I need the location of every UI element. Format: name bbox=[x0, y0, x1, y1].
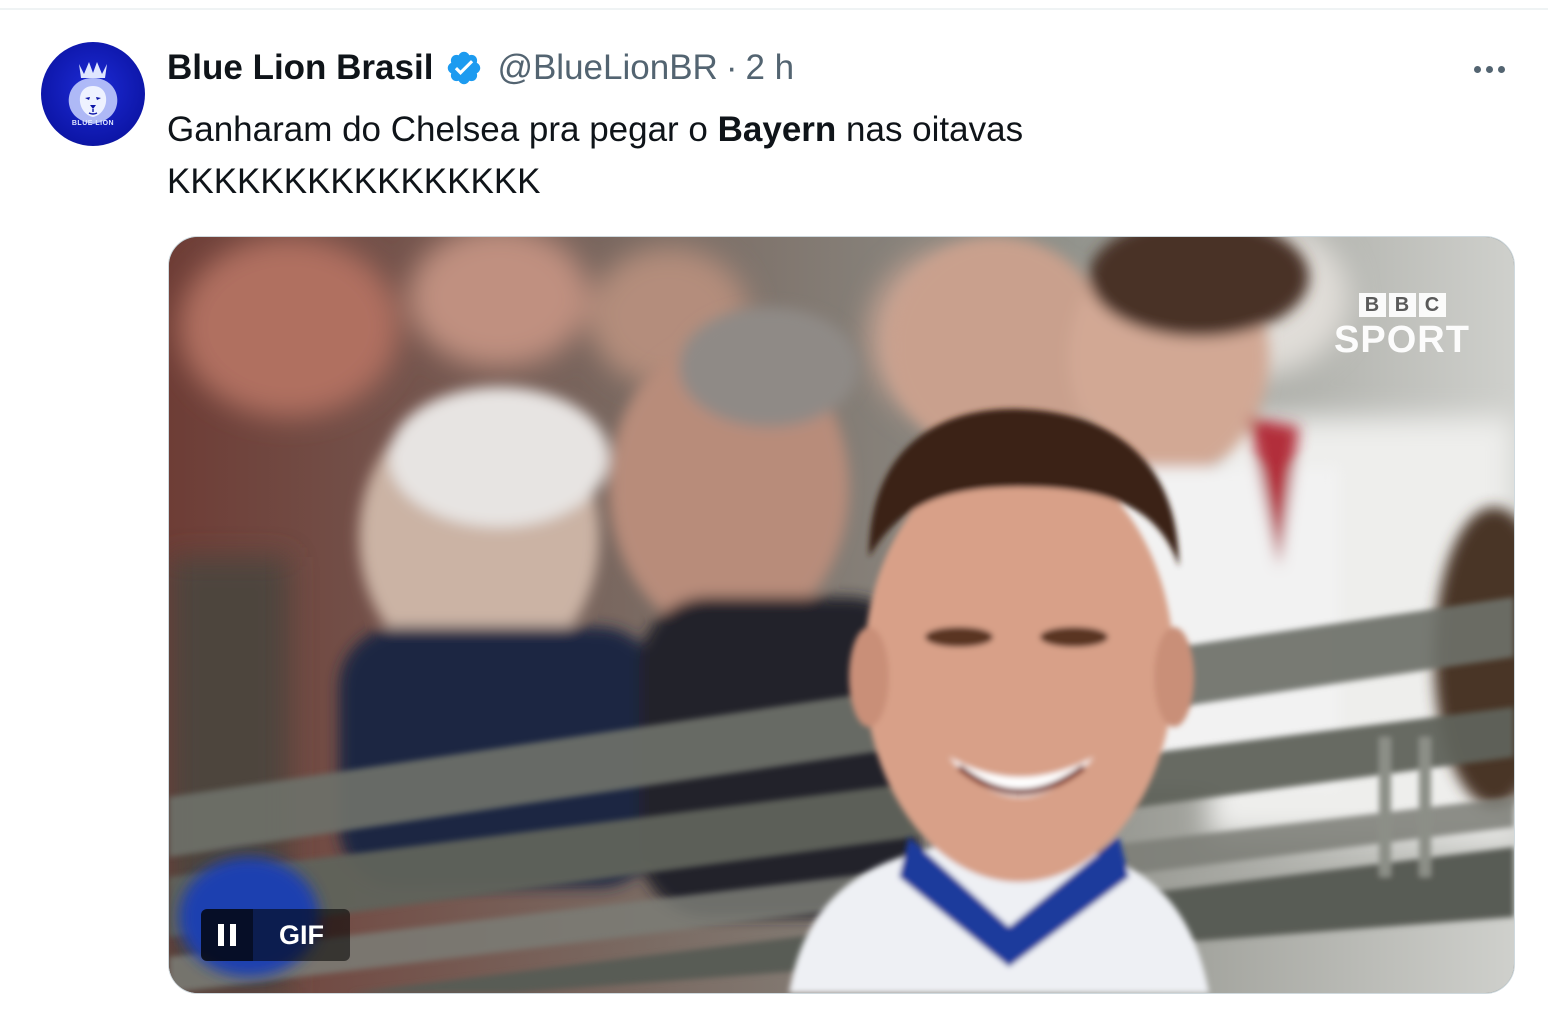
gif-controls: GIF bbox=[201, 909, 350, 961]
lion-logo-icon bbox=[68, 62, 118, 124]
pause-bar bbox=[218, 924, 224, 946]
separator-dot: · bbox=[725, 48, 738, 87]
more-dot bbox=[1473, 65, 1481, 73]
gif-badge: GIF bbox=[253, 909, 350, 961]
gif-frame-image bbox=[169, 237, 1514, 993]
bbc-letter: B bbox=[1388, 293, 1416, 317]
pause-bar bbox=[230, 924, 236, 946]
display-name[interactable]: Blue Lion Brasil bbox=[167, 48, 433, 88]
avatar[interactable]: BLUE LION bbox=[41, 42, 145, 146]
tweet-text-bold: Bayern bbox=[717, 110, 837, 149]
tweet-text-before: Ganharam do Chelsea pra pegar o bbox=[167, 110, 718, 149]
bbc-letter: C bbox=[1418, 293, 1446, 317]
bbc-sport-word: SPORT bbox=[1334, 319, 1470, 361]
tweet-text-line-1: Ganharam do Chelsea pra pegar o Bayern n… bbox=[167, 104, 1467, 156]
bbc-sport-watermark: B B C SPORT bbox=[1327, 293, 1477, 361]
tweet-card[interactable]: BLUE LION Blue Lion Brasil @BlueLionBR ·… bbox=[0, 10, 1548, 1026]
more-dot bbox=[1485, 65, 1493, 73]
tweet-timestamp[interactable]: 2 h bbox=[745, 48, 794, 88]
tweet-header: Blue Lion Brasil @BlueLionBR · 2 h bbox=[167, 46, 794, 90]
verified-badge-icon[interactable] bbox=[445, 49, 483, 87]
more-options-icon[interactable] bbox=[1462, 54, 1516, 84]
avatar-caption: BLUE LION bbox=[71, 120, 115, 127]
bbc-letter: B bbox=[1358, 293, 1386, 317]
tweet-text-line-2: KKKKKKKKKKKKKKKK bbox=[167, 162, 541, 201]
gif-media[interactable]: B B C SPORT GIF bbox=[168, 236, 1515, 994]
bbc-letter-boxes: B B C bbox=[1327, 293, 1477, 317]
tweet-text-after: nas oitavas bbox=[836, 110, 1024, 149]
more-dot bbox=[1497, 65, 1505, 73]
user-handle[interactable]: @BlueLionBR bbox=[497, 48, 717, 88]
tweet-text: Ganharam do Chelsea pra pegar o Bayern n… bbox=[167, 104, 1467, 208]
pause-icon[interactable] bbox=[201, 909, 253, 961]
